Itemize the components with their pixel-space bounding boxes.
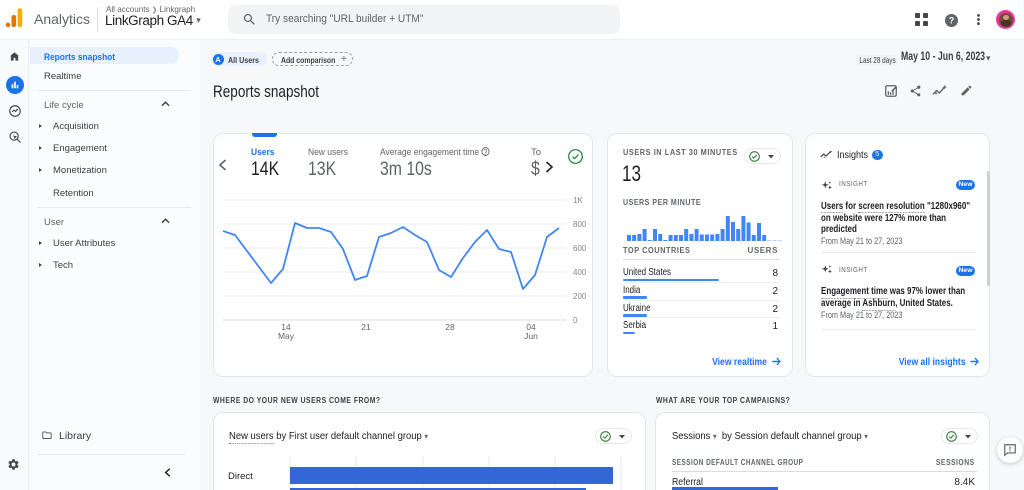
svg-text:May: May bbox=[278, 331, 295, 341]
svg-text:?: ? bbox=[949, 16, 955, 26]
svg-text:800: 800 bbox=[573, 220, 587, 229]
svg-text:21: 21 bbox=[361, 322, 371, 332]
svg-text:28: 28 bbox=[445, 322, 455, 332]
svg-text:0: 0 bbox=[573, 316, 578, 325]
svg-text:400: 400 bbox=[573, 268, 587, 277]
svg-text:200: 200 bbox=[573, 292, 587, 301]
svg-text:Direct: Direct bbox=[228, 471, 253, 482]
svg-text:1K: 1K bbox=[573, 196, 583, 205]
svg-text:600: 600 bbox=[573, 244, 587, 253]
svg-text:Jun: Jun bbox=[524, 331, 538, 341]
